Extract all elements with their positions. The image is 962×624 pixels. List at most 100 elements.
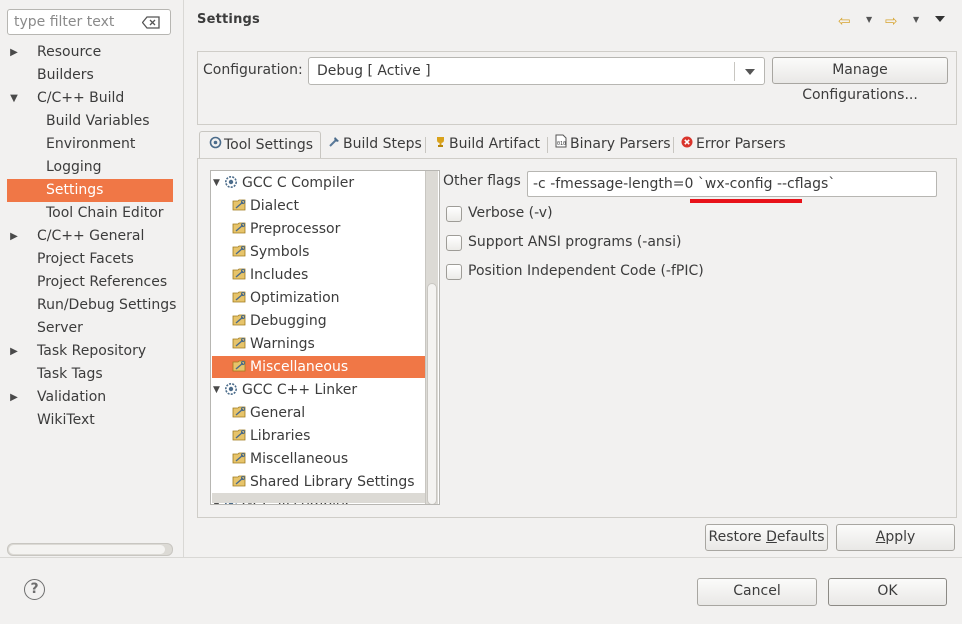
expand-arrow-icon[interactable]: ▶	[8, 41, 20, 64]
nav-item-label: Resource	[37, 44, 102, 60]
ansi-checkbox[interactable]	[446, 235, 462, 251]
back-arrow-icon[interactable]: ⇦	[838, 12, 851, 30]
tool-tree-item[interactable]: Symbols	[232, 241, 309, 264]
back-history-dropdown-icon[interactable]: ▼	[866, 15, 872, 24]
tool-tree-label: Warnings	[250, 336, 315, 352]
nav-item[interactable]: Project References	[37, 271, 167, 294]
tool-tree-label: Symbols	[250, 244, 310, 260]
configuration-label: Configuration:	[203, 62, 303, 78]
other-flags-input[interactable]	[527, 171, 937, 197]
fpic-label: Position Independent Code (-fPIC)	[468, 263, 704, 279]
clear-filter-icon[interactable]	[142, 16, 160, 29]
nav-item-label: Server	[37, 320, 83, 336]
collapse-arrow-icon[interactable]: ▼	[213, 379, 220, 402]
nav-item[interactable]: Tool Chain Editor	[46, 202, 164, 225]
tab-error-parsers[interactable]: Error Parsers	[680, 131, 786, 159]
nav-item[interactable]: ▶ C/C++ General	[10, 225, 144, 248]
tab-build-artifact[interactable]: Build Artifact	[433, 131, 540, 159]
tool-tree-item[interactable]: General	[232, 402, 305, 425]
gcc-tool-icon	[224, 381, 240, 395]
tool-tree-item[interactable]: Shared Library Settings	[232, 471, 415, 494]
restore-defaults-button[interactable]: Restore Defaults	[705, 524, 828, 551]
nav-item[interactable]: ▶ Resource	[10, 41, 102, 64]
tab-label: Build Steps	[343, 136, 422, 152]
nav-item[interactable]: ▶ Task Repository	[10, 340, 146, 363]
ok-button[interactable]: OK	[828, 578, 947, 606]
vertical-scrollbar[interactable]	[425, 171, 438, 504]
footer-divider	[0, 557, 962, 558]
other-flags-label: Other flags	[443, 173, 521, 189]
annotation-underline	[690, 199, 802, 203]
tool-settings-tree[interactable]: ▼ GCC C Compiler Dialect Preprocessor Symbol…	[210, 170, 440, 505]
option-category-icon	[232, 266, 248, 280]
forward-arrow-icon[interactable]: ⇨	[885, 12, 898, 30]
manage-configurations-button[interactable]: Manage Configurations...	[772, 57, 948, 103]
nav-item-label: C/C++ Build	[37, 90, 125, 106]
tool-tree-node[interactable]: ▼ GCC C++ Linker	[213, 379, 357, 402]
filter-input[interactable]	[14, 13, 136, 31]
tool-tree-item[interactable]: Preprocessor	[232, 218, 340, 241]
settings-tabs: Tool Settings Build Steps Build Artifact…	[197, 131, 959, 159]
expand-arrow-icon[interactable]: ▶	[8, 340, 20, 363]
tool-tree-item[interactable]: Debugging	[232, 310, 327, 333]
tool-tree-item[interactable]: Miscellaneous	[232, 356, 348, 379]
fpic-checkbox[interactable]	[446, 264, 462, 280]
tab-binary-parsers[interactable]: 010 Binary Parsers	[554, 131, 671, 159]
tab-label: Binary Parsers	[570, 136, 671, 152]
option-category-icon	[232, 335, 248, 349]
expand-arrow-icon[interactable]: ▶	[8, 225, 20, 248]
nav-item[interactable]: Run/Debug Settings	[37, 294, 176, 317]
option-category-icon	[232, 404, 248, 418]
nav-item[interactable]: Logging	[46, 156, 102, 179]
nav-item[interactable]: Environment	[46, 133, 135, 156]
tool-tree-item[interactable]: Libraries	[232, 425, 310, 448]
configuration-value: Debug [ Active ]	[317, 63, 431, 79]
nav-item-label: Logging	[46, 159, 102, 175]
tab-tool-settings[interactable]: Tool Settings	[199, 131, 321, 159]
tab-build-steps[interactable]: Build Steps	[327, 131, 422, 159]
nav-item[interactable]: ▼ C/C++ Build	[10, 87, 125, 110]
nav-item-label: Project Facets	[37, 251, 134, 267]
horizontal-scrollbar[interactable]	[7, 543, 173, 556]
scrollbar-thumb[interactable]	[9, 545, 165, 554]
tab-separator	[673, 137, 674, 153]
configuration-select[interactable]: Debug [ Active ]	[308, 57, 765, 85]
help-icon[interactable]: ?	[24, 579, 45, 600]
nav-item-label: Build Variables	[46, 113, 150, 129]
nav-item[interactable]: Server	[37, 317, 83, 340]
combo-separator	[734, 62, 735, 81]
verbose-checkbox[interactable]	[446, 206, 462, 222]
tool-tree-node[interactable]: ▼ GCC C Compiler	[213, 172, 354, 195]
tool-tree-label: General	[250, 405, 306, 421]
ansi-label: Support ANSI programs (-ansi)	[468, 234, 682, 250]
tab-label: Build Artifact	[449, 136, 540, 152]
tool-tree-item[interactable]: Dialect	[232, 195, 299, 218]
nav-item[interactable]: Settings	[46, 179, 103, 202]
option-category-icon	[232, 427, 248, 441]
collapse-arrow-icon[interactable]: ▼	[213, 172, 220, 195]
nav-item[interactable]: Build Variables	[46, 110, 150, 133]
tool-tree-item[interactable]: Warnings	[232, 333, 315, 356]
nav-item[interactable]: Task Tags	[37, 363, 103, 386]
nav-item[interactable]: ▶ Validation	[10, 386, 106, 409]
apply-button[interactable]: Apply	[836, 524, 955, 551]
nav-item[interactable]: Builders	[37, 64, 94, 87]
chevron-down-icon[interactable]	[745, 69, 755, 75]
filter-field[interactable]	[7, 9, 171, 35]
forward-history-dropdown-icon[interactable]: ▼	[913, 15, 919, 24]
tab-label: Tool Settings	[224, 137, 314, 153]
view-menu-icon[interactable]	[935, 16, 945, 22]
nav-item-label: Environment	[46, 136, 136, 152]
tool-tree-item[interactable]: Miscellaneous	[232, 448, 348, 471]
cancel-button[interactable]: Cancel	[697, 578, 817, 606]
horizontal-scrollbar[interactable]	[212, 493, 425, 503]
tool-tree-item[interactable]: Optimization	[232, 287, 340, 310]
scrollbar-thumb[interactable]	[427, 283, 437, 504]
expand-arrow-icon[interactable]: ▶	[8, 386, 20, 409]
tool-tree-label: Includes	[250, 267, 309, 283]
preference-nav-panel: ▶ Resource Builders ▼ C/C++ Build Build Varia…	[0, 0, 184, 557]
tool-tree-item[interactable]: Includes	[232, 264, 308, 287]
nav-item[interactable]: Project Facets	[37, 248, 134, 271]
nav-item[interactable]: WikiText	[37, 409, 95, 432]
collapse-arrow-icon[interactable]: ▼	[8, 87, 20, 110]
